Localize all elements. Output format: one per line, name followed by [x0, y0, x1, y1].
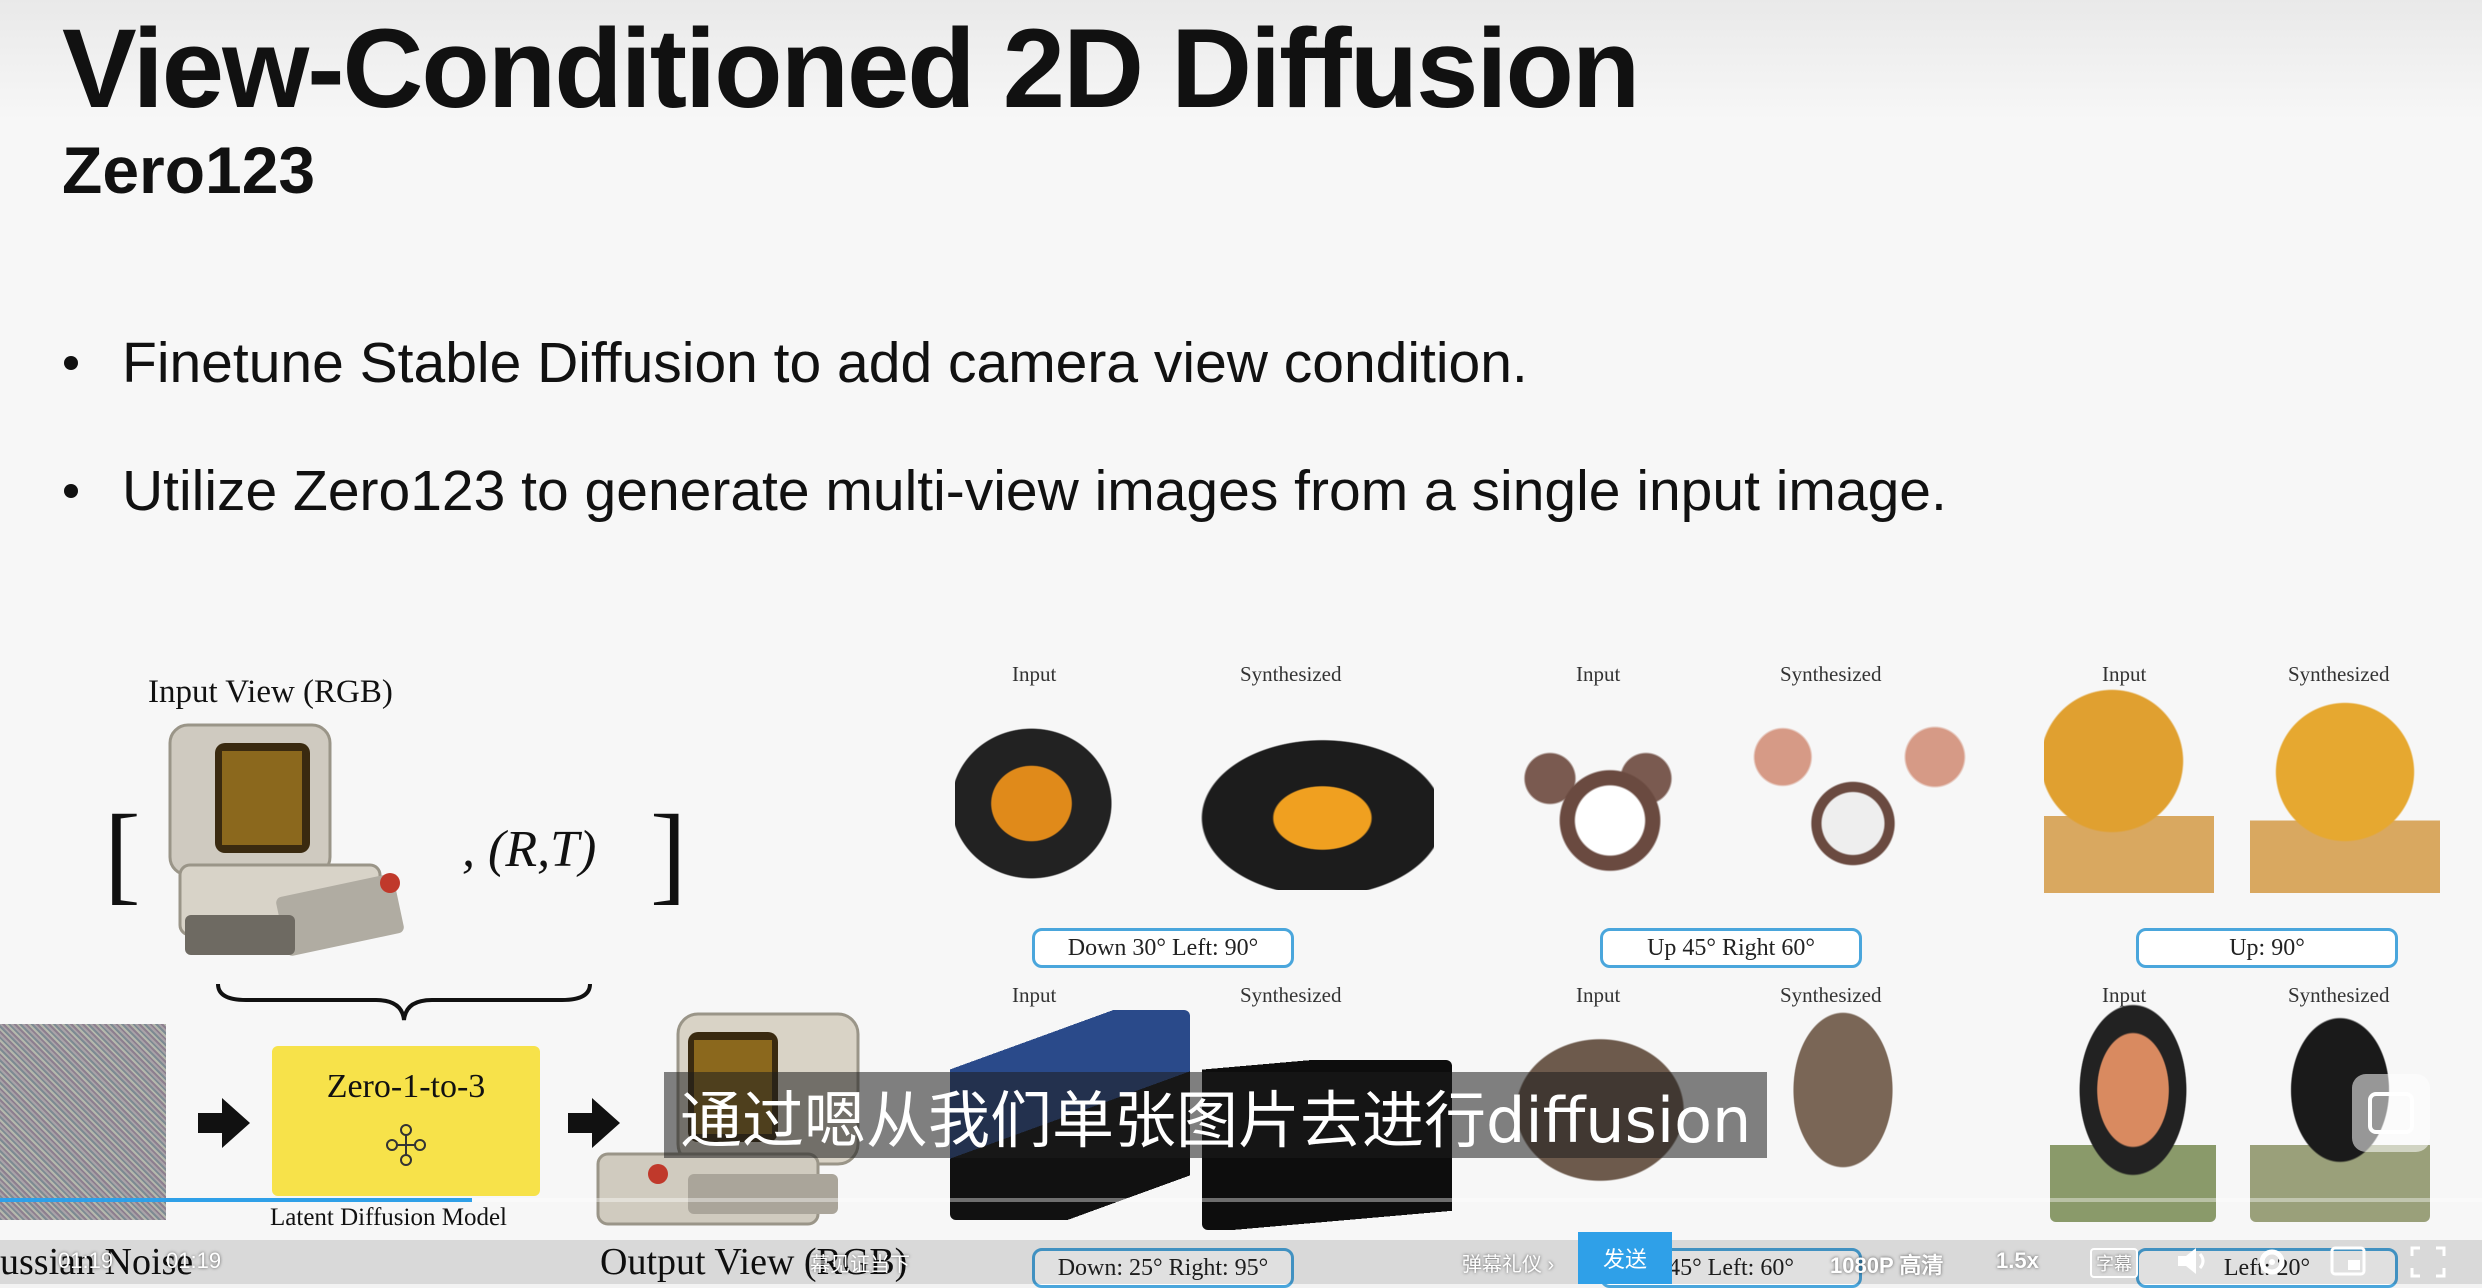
rt-label: , (R,T) — [462, 821, 597, 878]
picture-in-picture-icon[interactable] — [2330, 1246, 2366, 1281]
bullet-text: Utilize Zero123 to generate multi-view i… — [122, 459, 1947, 523]
play-overlay-icon[interactable] — [2352, 1074, 2430, 1152]
slide-title: View-Conditioned 2D Diffusion — [62, 6, 1640, 131]
right-bracket: ] — [650, 792, 687, 914]
settings-icon[interactable] — [2256, 1246, 2288, 1283]
arrow-right-icon — [198, 1098, 250, 1153]
bullet-text: Finetune Stable Diffusion to add camera … — [122, 331, 1528, 395]
bullet-1: Finetune Stable Diffusion to add camera … — [64, 330, 1528, 396]
synth-caption: Synthesized — [1240, 662, 1342, 686]
model-label: Zero-1-to-3 — [326, 1068, 486, 1105]
drums-input-image — [1478, 684, 1718, 894]
portrait-input-image — [2050, 1002, 2216, 1222]
duration: 01:19 — [166, 1248, 222, 1273]
current-time: 01:19 — [58, 1248, 114, 1273]
progress-bar[interactable] — [0, 1198, 2482, 1202]
view-pill: Up 45° Right 60° — [1600, 928, 1862, 968]
quality-selector[interactable]: 1080P 高清 — [1830, 1248, 1943, 1280]
left-bracket: [ — [104, 792, 141, 914]
view-pill: Down 30° Left: 90° — [1032, 928, 1294, 968]
synth-caption: Synthesized — [1780, 983, 1882, 1007]
volume-icon[interactable] — [2176, 1246, 2210, 1281]
noise-image — [0, 1024, 166, 1220]
input-view-label: Input View (RGB) — [148, 674, 393, 710]
fullscreen-icon[interactable] — [2410, 1246, 2446, 1283]
danmaku-input[interactable]: 幕见证当下 — [810, 1248, 910, 1277]
input-caption: Input — [1012, 662, 1057, 686]
model-box: Zero-1-to-3 — [272, 1046, 540, 1196]
send-label: 发送 — [1602, 1247, 1647, 1272]
computer-image — [160, 715, 440, 970]
bullet-dot — [64, 355, 78, 370]
send-button[interactable]: 发送 — [1578, 1232, 1672, 1284]
slide-subtitle: Zero123 — [62, 133, 316, 207]
latent-label: Latent Diffusion Model — [270, 1204, 507, 1231]
synth-caption: Synthesized — [1780, 662, 1882, 686]
speed-selector[interactable]: 1.5x — [1996, 1248, 2039, 1274]
shoe-synth-image — [1186, 730, 1434, 890]
sunflower-synth-image — [2250, 684, 2440, 904]
subtitle-button[interactable]: 字幕 — [2090, 1248, 2138, 1278]
input-caption: Input — [1012, 983, 1057, 1007]
bullet-2: Utilize Zero123 to generate multi-view i… — [64, 458, 1947, 524]
underbrace — [216, 982, 592, 1022]
danmaku-etiquette-link[interactable]: 弹幕礼仪 › — [1462, 1248, 1554, 1277]
sunflower-input-image — [2044, 684, 2214, 904]
bullet-dot — [64, 483, 78, 498]
synth-caption: Synthesized — [1240, 983, 1342, 1007]
video-subtitle: 通过嗯从我们单张图片去进行diffusion — [664, 1072, 1768, 1158]
input-caption: Input — [1576, 983, 1621, 1007]
elephant-synth-image — [1766, 1010, 1906, 1210]
drums-synth-image — [1736, 700, 1970, 890]
shoe-input-image — [955, 716, 1125, 891]
network-icon — [384, 1122, 428, 1173]
progress-fill — [0, 1198, 472, 1202]
view-pill: Up: 90° — [2136, 928, 2398, 968]
